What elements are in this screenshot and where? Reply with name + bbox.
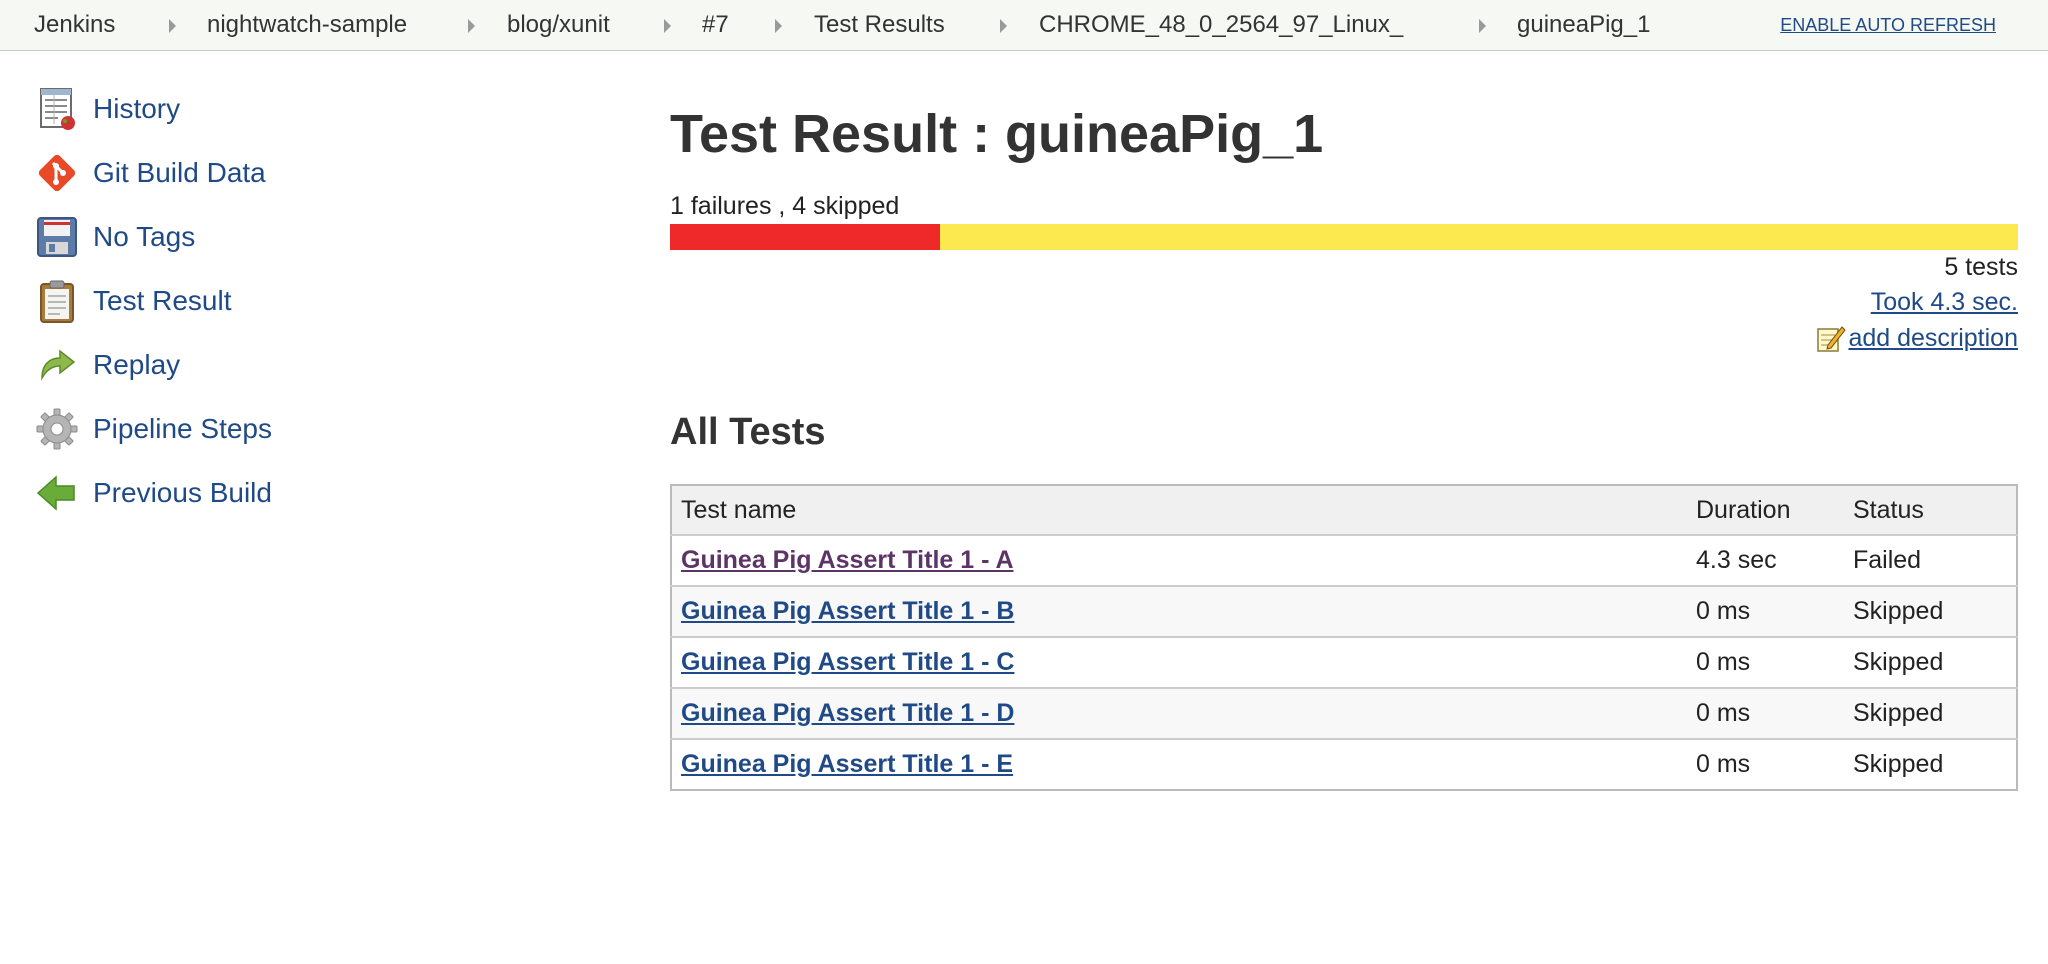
breadcrumb-separator-icon	[664, 19, 671, 33]
git-icon	[38, 154, 76, 192]
column-header-duration[interactable]: Duration	[1687, 485, 1844, 536]
sidebar-item-label: Git Build Data	[93, 157, 266, 188]
add-description[interactable]: add description	[1816, 323, 2018, 353]
breadcrumb-separator-icon	[1000, 19, 1007, 33]
breadcrumb-job[interactable]: nightwatch-sample	[207, 0, 407, 50]
left-arrow-icon	[36, 475, 75, 511]
sidebar-item-label: Previous Build	[93, 477, 272, 508]
sidebar-item-test-result[interactable]: Test Result	[34, 278, 232, 324]
breadcrumb-test-results[interactable]: Test Results	[814, 0, 945, 50]
duration-cell: 0 ms	[1687, 687, 1844, 739]
breadcrumb-jenkins[interactable]: Jenkins	[34, 0, 115, 50]
table-row: Guinea Pig Assert Title 1 - B 0 ms Skipp…	[671, 585, 2017, 637]
sidebar-item-label: Replay	[93, 349, 181, 380]
page-title: Test Result : guineaPig_1	[670, 104, 1324, 164]
breadcrumb-separator-icon	[468, 19, 475, 33]
status-cell: Skipped	[1844, 636, 2017, 688]
table-row: Guinea Pig Assert Title 1 - E 0 ms Skipp…	[671, 738, 2017, 790]
status-cell: Failed	[1844, 534, 2017, 586]
duration-cell: 4.3 sec	[1687, 534, 1844, 586]
notepad-pencil-icon	[1817, 326, 1847, 352]
table-row: Guinea Pig Assert Title 1 - C 0 ms Skipp…	[671, 636, 2017, 688]
clipboard-icon	[40, 280, 74, 323]
breadcrumb-separator-icon	[1479, 19, 1486, 33]
test-name-cell: Guinea Pig Assert Title 1 - C	[671, 636, 1687, 688]
add-description-link[interactable]: add description	[1848, 323, 2018, 353]
test-name-link[interactable]: Guinea Pig Assert Title 1 - C	[681, 648, 1014, 676]
sidebar-item-history[interactable]: History	[34, 86, 180, 132]
column-header-status[interactable]: Status	[1844, 485, 2017, 536]
test-name-link[interactable]: Guinea Pig Assert Title 1 - D	[681, 699, 1014, 727]
breadcrumb-browser[interactable]: CHROME_48_0_2564_97_Linux_	[1039, 0, 1403, 50]
breadcrumb-separator-icon	[169, 19, 176, 33]
test-name-cell: Guinea Pig Assert Title 1 - E	[671, 738, 1687, 790]
duration-cell: 0 ms	[1687, 585, 1844, 637]
sidebar-item-no-tags[interactable]: No Tags	[34, 214, 195, 260]
all-tests-heading: All Tests	[670, 411, 826, 453]
test-name-cell: Guinea Pig Assert Title 1 - D	[671, 687, 1687, 739]
progress-failed-segment	[670, 224, 940, 250]
test-progress-bar	[670, 224, 2018, 250]
enable-auto-refresh-link[interactable]: ENABLE AUTO REFRESH	[1780, 0, 1996, 50]
progress-skipped-segment	[939, 224, 2018, 250]
sidebar-item-label: History	[93, 93, 181, 124]
duration-cell: 0 ms	[1687, 738, 1844, 790]
table-header-row: Test name Duration Status	[671, 485, 2017, 536]
floppy-disk-icon	[37, 217, 77, 257]
table-row: Guinea Pig Assert Title 1 - D 0 ms Skipp…	[671, 687, 2017, 739]
breadcrumb-test-case[interactable]: guineaPig_1	[1517, 0, 1650, 50]
test-name-cell: Guinea Pig Assert Title 1 - A	[671, 534, 1687, 586]
column-header-test-name[interactable]: Test name	[671, 485, 1687, 536]
sidebar-item-label: No Tags	[93, 221, 196, 252]
sidebar-item-label: Pipeline Steps	[93, 413, 273, 444]
breadcrumb-separator-icon	[775, 19, 782, 33]
duration-link[interactable]: Took 4.3 sec.	[1871, 287, 2018, 317]
sidebar-item-previous-build[interactable]: Previous Build	[34, 470, 272, 516]
breadcrumb: Jenkins nightwatch-sample blog/xunit #7 …	[0, 0, 2048, 51]
breadcrumb-branch[interactable]: blog/xunit	[507, 0, 610, 50]
breadcrumb-build[interactable]: #7	[702, 0, 729, 50]
status-cell: Skipped	[1844, 687, 2017, 739]
test-name-link[interactable]: Guinea Pig Assert Title 1 - E	[681, 750, 1013, 778]
sidebar-item-git-build-data[interactable]: Git Build Data	[34, 150, 266, 196]
duration-cell: 0 ms	[1687, 636, 1844, 688]
status-cell: Skipped	[1844, 738, 2017, 790]
test-count: 5 tests	[1944, 253, 2018, 281]
sidebar-item-label: Test Result	[93, 285, 232, 316]
status-cell: Skipped	[1844, 585, 2017, 637]
test-name-link[interactable]: Guinea Pig Assert Title 1 - B	[681, 597, 1014, 625]
sidebar-item-pipeline-steps[interactable]: Pipeline Steps	[34, 406, 272, 452]
table-row: Guinea Pig Assert Title 1 - A 4.3 sec Fa…	[671, 534, 2017, 586]
test-results-table: Test name Duration Status Guinea Pig Ass…	[670, 484, 2018, 791]
test-name-link[interactable]: Guinea Pig Assert Title 1 - A	[681, 546, 1014, 574]
sidebar-item-replay[interactable]: Replay	[34, 342, 180, 388]
test-name-cell: Guinea Pig Assert Title 1 - B	[671, 585, 1687, 637]
test-summary: 1 failures , 4 skipped	[670, 192, 900, 220]
gear-icon	[36, 408, 78, 450]
history-icon	[40, 88, 75, 130]
replay-arrow-icon	[41, 349, 76, 381]
